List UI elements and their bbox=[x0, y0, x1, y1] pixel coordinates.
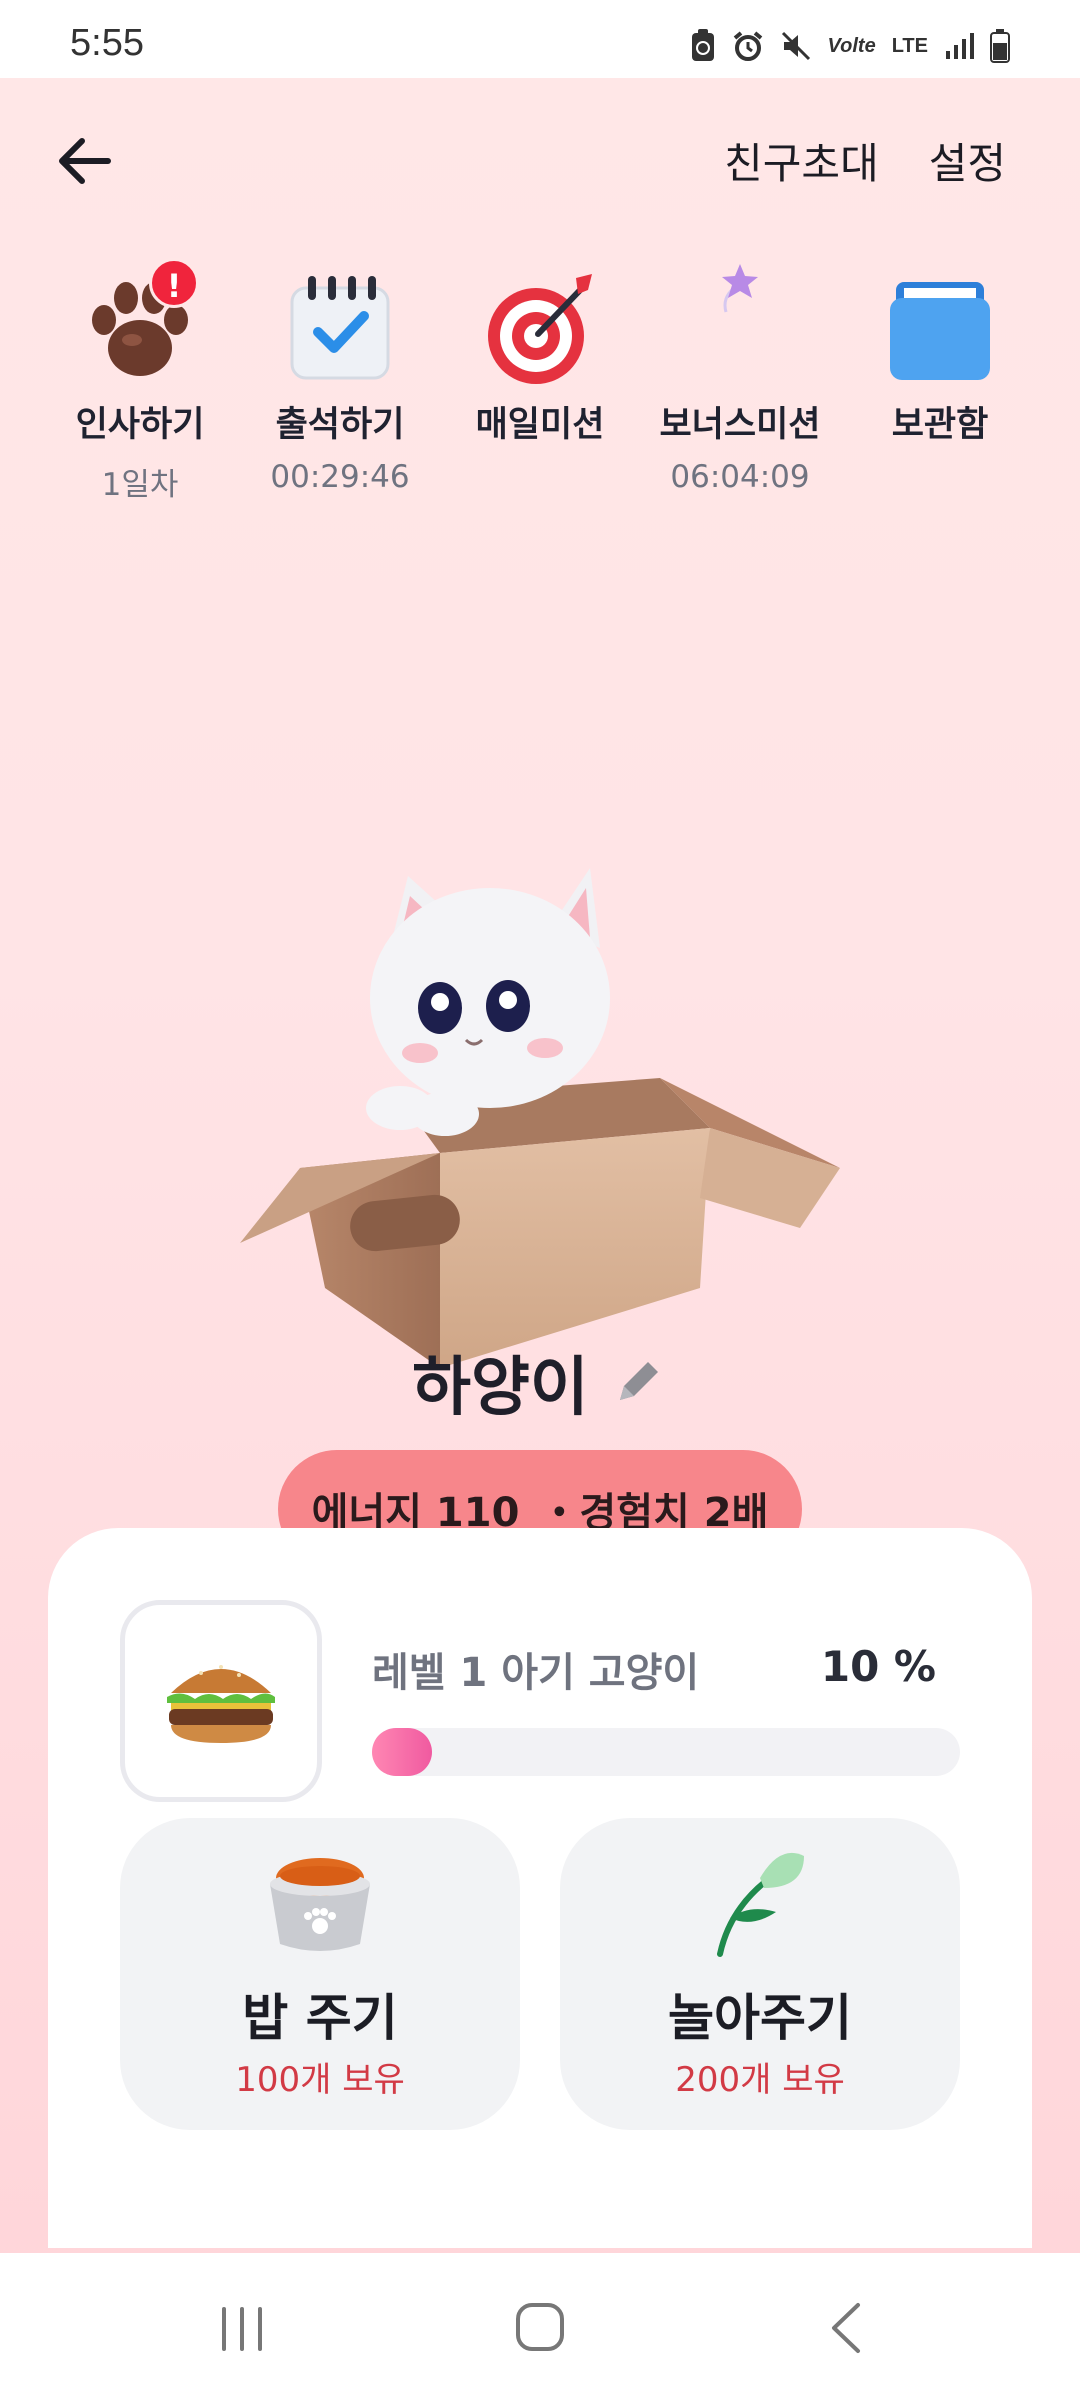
quick-bonus-mission-timer: 06:04:09 bbox=[670, 459, 810, 495]
back-icon[interactable] bbox=[808, 2293, 888, 2363]
pet-name: 하양이 bbox=[412, 1351, 589, 1425]
current-food-thumbnail[interactable] bbox=[120, 1600, 322, 1802]
food-bowl-icon bbox=[270, 1858, 370, 1951]
quick-menu: ! 인사하기 1일차 출석하기 00:29:46 매일미션 보너스미션 06:0… bbox=[40, 258, 1040, 518]
target-dart-icon bbox=[475, 258, 605, 388]
feed-button[interactable]: 밥 주기 100개 보유 bbox=[120, 1818, 520, 2130]
top-bar: 친구초대 설정 bbox=[0, 78, 1080, 238]
battery-icon bbox=[990, 29, 1010, 63]
quick-attendance[interactable]: 출석하기 00:29:46 bbox=[240, 258, 440, 518]
status-icons: Volte LTE bbox=[690, 26, 1010, 66]
hamburger-icon bbox=[167, 1665, 275, 1743]
quick-greet-label: 인사하기 bbox=[75, 405, 205, 445]
play-button[interactable]: 놀아주기 200개 보유 bbox=[560, 1818, 960, 2130]
pet-care-card: 레벨 1 아기 고양이 10 % 밥 주기 100개 보유 놀아주기 200개 … bbox=[48, 1528, 1032, 2248]
network-type: LTE bbox=[891, 34, 928, 57]
settings-link[interactable]: 설정 bbox=[929, 130, 1006, 191]
paw-icon: ! bbox=[75, 258, 205, 388]
level-label: 레벨 1 아기 고양이 bbox=[372, 1650, 700, 1696]
quick-attendance-label: 출석하기 bbox=[275, 405, 405, 445]
top-links: 친구초대 설정 bbox=[724, 130, 1006, 191]
level-progress-bar bbox=[372, 1728, 960, 1776]
quick-storage[interactable]: 보관함 bbox=[840, 258, 1040, 518]
mute-icon bbox=[781, 31, 810, 61]
pet-name-row: 하양이 bbox=[0, 1336, 1080, 1428]
invite-friend-link[interactable]: 친구초대 bbox=[724, 130, 879, 191]
level-progress-fill bbox=[372, 1728, 432, 1776]
status-bar: 5:55 Volte LTE bbox=[0, 0, 1080, 78]
signal-icon bbox=[946, 33, 974, 59]
recent-apps-icon[interactable] bbox=[202, 2293, 282, 2363]
volte-icon: Volte bbox=[827, 34, 876, 57]
feed-count: 100개 보유 bbox=[235, 2060, 405, 2100]
quick-greet[interactable]: ! 인사하기 1일차 bbox=[40, 258, 240, 518]
folder-box-icon bbox=[875, 258, 1005, 388]
alarm-icon bbox=[733, 31, 762, 61]
back-arrow-icon[interactable] bbox=[50, 126, 120, 196]
home-icon[interactable] bbox=[500, 2293, 580, 2363]
quick-attendance-timer: 00:29:46 bbox=[270, 459, 410, 495]
cat-in-box-illustration[interactable] bbox=[240, 868, 840, 1388]
quick-daily-mission-label: 매일미션 bbox=[475, 405, 605, 445]
star-wand-icon bbox=[675, 258, 805, 388]
feed-label: 밥 주기 bbox=[242, 1989, 398, 2047]
quick-bonus-mission-label: 보너스미션 bbox=[659, 405, 821, 445]
cat-toy-wand-icon bbox=[717, 1852, 804, 1957]
quick-bonus-mission[interactable]: 보너스미션 06:04:09 bbox=[640, 258, 840, 518]
system-nav-bar bbox=[0, 2253, 1080, 2400]
quick-daily-mission[interactable]: 매일미션 bbox=[440, 258, 640, 518]
quick-storage-label: 보관함 bbox=[891, 405, 989, 445]
level-percent: 10 % bbox=[820, 1642, 936, 1691]
play-count: 200개 보유 bbox=[675, 2060, 845, 2100]
status-time: 5:55 bbox=[70, 22, 144, 64]
edit-pencil-icon[interactable] bbox=[608, 1352, 668, 1412]
alert-badge: ! bbox=[149, 258, 199, 308]
play-label: 놀아주기 bbox=[668, 1989, 852, 2047]
quick-greet-sub: 1일차 bbox=[101, 467, 179, 503]
recycle-notification-icon bbox=[691, 29, 714, 61]
calendar-check-icon bbox=[275, 258, 405, 388]
